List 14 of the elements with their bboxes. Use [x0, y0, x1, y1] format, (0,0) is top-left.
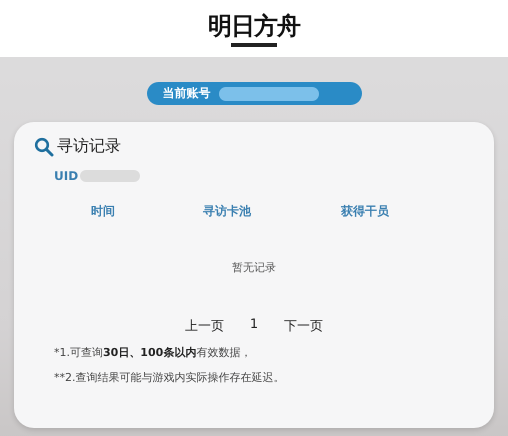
account-label: 当前账号 [162, 85, 210, 102]
note-text: **2.查询结果可能与游戏内实际操作存在延迟。 [54, 370, 286, 385]
empty-message: 暂无记录 [231, 260, 277, 275]
logo-text: 明日方舟 [208, 10, 300, 40]
card-title: 寻访记录 [57, 136, 121, 157]
column-header: 获得干员 [341, 203, 389, 220]
uid-label: UID [54, 169, 78, 183]
column-header: 时间 [91, 203, 115, 220]
next-page-link[interactable]: 下一页 [284, 317, 324, 335]
search-icon [34, 136, 54, 156]
note-text: *1.可查询30日、100条以内有效数据， [54, 345, 252, 360]
column-header: 寻访卡池 [203, 203, 251, 220]
page-number[interactable]: 1 [250, 317, 258, 335]
previous-page-link[interactable]: 上一页 [184, 317, 224, 335]
